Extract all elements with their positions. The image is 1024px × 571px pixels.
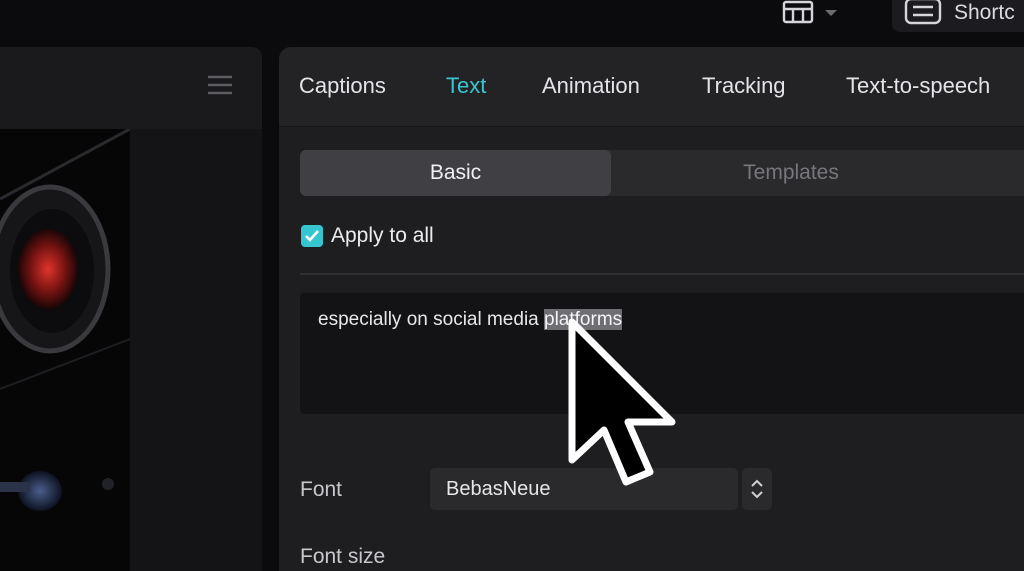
caption-text-unselected: especially on social media bbox=[318, 309, 545, 330]
chevron-down-icon bbox=[824, 5, 838, 23]
segment-basic[interactable]: Basic bbox=[300, 150, 611, 196]
font-size-label: Font size bbox=[300, 545, 386, 568]
video-frame-image bbox=[0, 129, 130, 571]
chevron-up-icon bbox=[751, 479, 763, 487]
preview-side-area bbox=[130, 129, 262, 571]
shortcuts-label: Shortc bbox=[954, 1, 1015, 24]
keyboard-icon bbox=[904, 0, 942, 30]
tab-text[interactable]: Text bbox=[446, 73, 486, 99]
apply-to-all-label[interactable]: Apply to all bbox=[331, 224, 434, 248]
layout-switch-button[interactable] bbox=[782, 0, 844, 28]
segment-templates[interactable]: Templates bbox=[611, 150, 971, 196]
inspector-panel: Captions Text Animation Tracking Text-to… bbox=[279, 47, 1024, 571]
shortcuts-button[interactable]: Shortc bbox=[892, 0, 1024, 32]
tab-tracking[interactable]: Tracking bbox=[702, 73, 786, 99]
font-label: Font bbox=[300, 478, 343, 501]
font-stepper[interactable] bbox=[742, 468, 772, 510]
font-select[interactable]: BebasNeue bbox=[430, 468, 738, 510]
tab-text-to-speech[interactable]: Text-to-speech bbox=[846, 73, 990, 99]
basic-templates-toggle: Basic Templates bbox=[300, 150, 1024, 196]
top-bar: Shortc bbox=[0, 0, 1024, 44]
hamburger-menu-icon[interactable] bbox=[206, 73, 234, 97]
layout-grid-icon bbox=[782, 0, 814, 29]
checkmark-icon bbox=[305, 230, 319, 242]
video-preview[interactable] bbox=[0, 129, 130, 571]
inspector-tabs: Captions Text Animation Tracking Text-to… bbox=[279, 47, 1024, 127]
tab-captions[interactable]: Captions bbox=[299, 73, 386, 99]
chevron-down-icon bbox=[751, 491, 763, 499]
tab-animation[interactable]: Animation bbox=[542, 73, 640, 99]
caption-text-selection: platforms bbox=[544, 309, 623, 330]
player-panel bbox=[0, 47, 262, 571]
apply-to-all-checkbox[interactable] bbox=[301, 225, 323, 247]
caption-text-input[interactable]: especially on social media platforms bbox=[300, 293, 1024, 414]
caption-text: especially on social media platforms bbox=[318, 309, 623, 331]
divider bbox=[300, 273, 1024, 275]
font-value: BebasNeue bbox=[446, 478, 551, 500]
apply-to-all-row: Apply to all bbox=[301, 223, 434, 249]
